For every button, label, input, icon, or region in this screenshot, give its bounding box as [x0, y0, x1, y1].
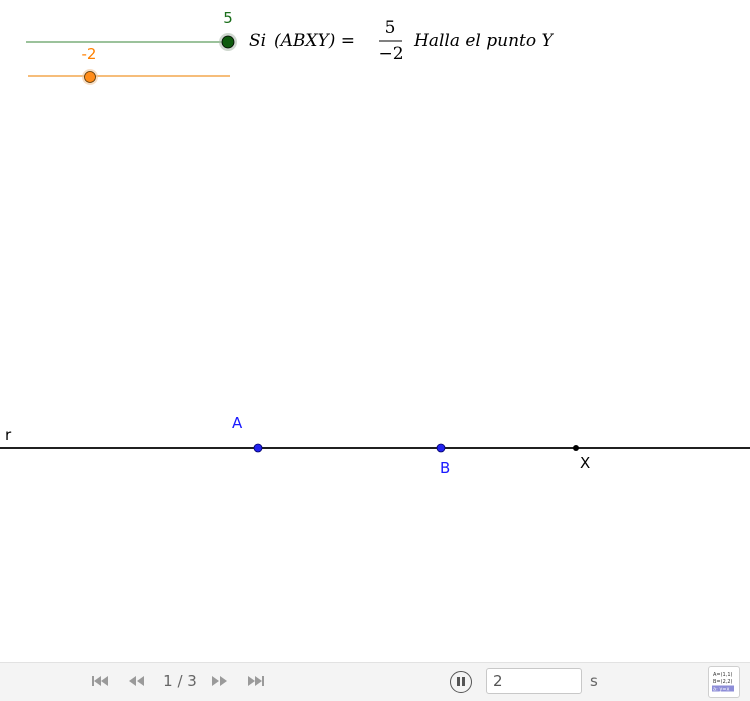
green-slider-handle[interactable] — [221, 35, 235, 49]
point-b-label: B — [440, 459, 450, 477]
formula-denominator: −2 — [378, 44, 403, 64]
formula-instruction: Halla el punto Y — [413, 31, 555, 51]
previous-step-button[interactable] — [127, 674, 145, 688]
point-b[interactable] — [436, 443, 446, 453]
last-step-button[interactable] — [247, 674, 265, 688]
point-x[interactable] — [573, 445, 579, 451]
first-step-button[interactable] — [91, 674, 109, 688]
formula-numerator: 5 — [385, 18, 396, 38]
step-duration-unit: s — [590, 672, 598, 690]
formula-text: Si (ABXY) = 5 −2 Halla el punto Y — [249, 18, 555, 64]
pause-icon — [457, 677, 460, 686]
rewind-icon — [129, 676, 144, 686]
formula-ratio: (ABXY) = — [274, 31, 355, 51]
step-duration-input[interactable] — [486, 668, 582, 694]
skip-forward-icon — [248, 676, 264, 686]
green-slider-value: 5 — [223, 9, 233, 27]
next-step-button[interactable] — [211, 674, 229, 688]
formula-si: Si — [249, 31, 266, 51]
line-r-label: r — [5, 426, 12, 444]
playback-toolbar: 1 / 3 s A=(1,1) B=(2,2) a: y=x — [0, 662, 750, 701]
algebra-icon-line-3: a: y=x — [713, 687, 729, 693]
point-x-label: X — [580, 454, 590, 472]
geometry-canvas[interactable]: 5 -2 Si (ABXY) = 5 −2 Halla el punto Y r… — [0, 0, 750, 662]
step-counter: 1 / 3 — [163, 672, 197, 690]
point-a[interactable] — [253, 443, 263, 453]
orange-slider-value: -2 — [82, 45, 97, 63]
pause-button[interactable] — [450, 671, 472, 693]
algebra-view-button[interactable]: A=(1,1) B=(2,2) a: y=x — [708, 666, 740, 698]
point-a-label: A — [232, 414, 243, 432]
skip-back-icon — [92, 676, 108, 686]
algebra-icon-line-1: A=(1,1) — [713, 672, 733, 678]
algebra-view-icon: A=(1,1) B=(2,2) a: y=x — [712, 672, 734, 693]
orange-slider-handle[interactable] — [84, 71, 96, 83]
fast-forward-icon — [212, 676, 227, 686]
algebra-icon-line-2: B=(2,2) — [713, 679, 733, 685]
